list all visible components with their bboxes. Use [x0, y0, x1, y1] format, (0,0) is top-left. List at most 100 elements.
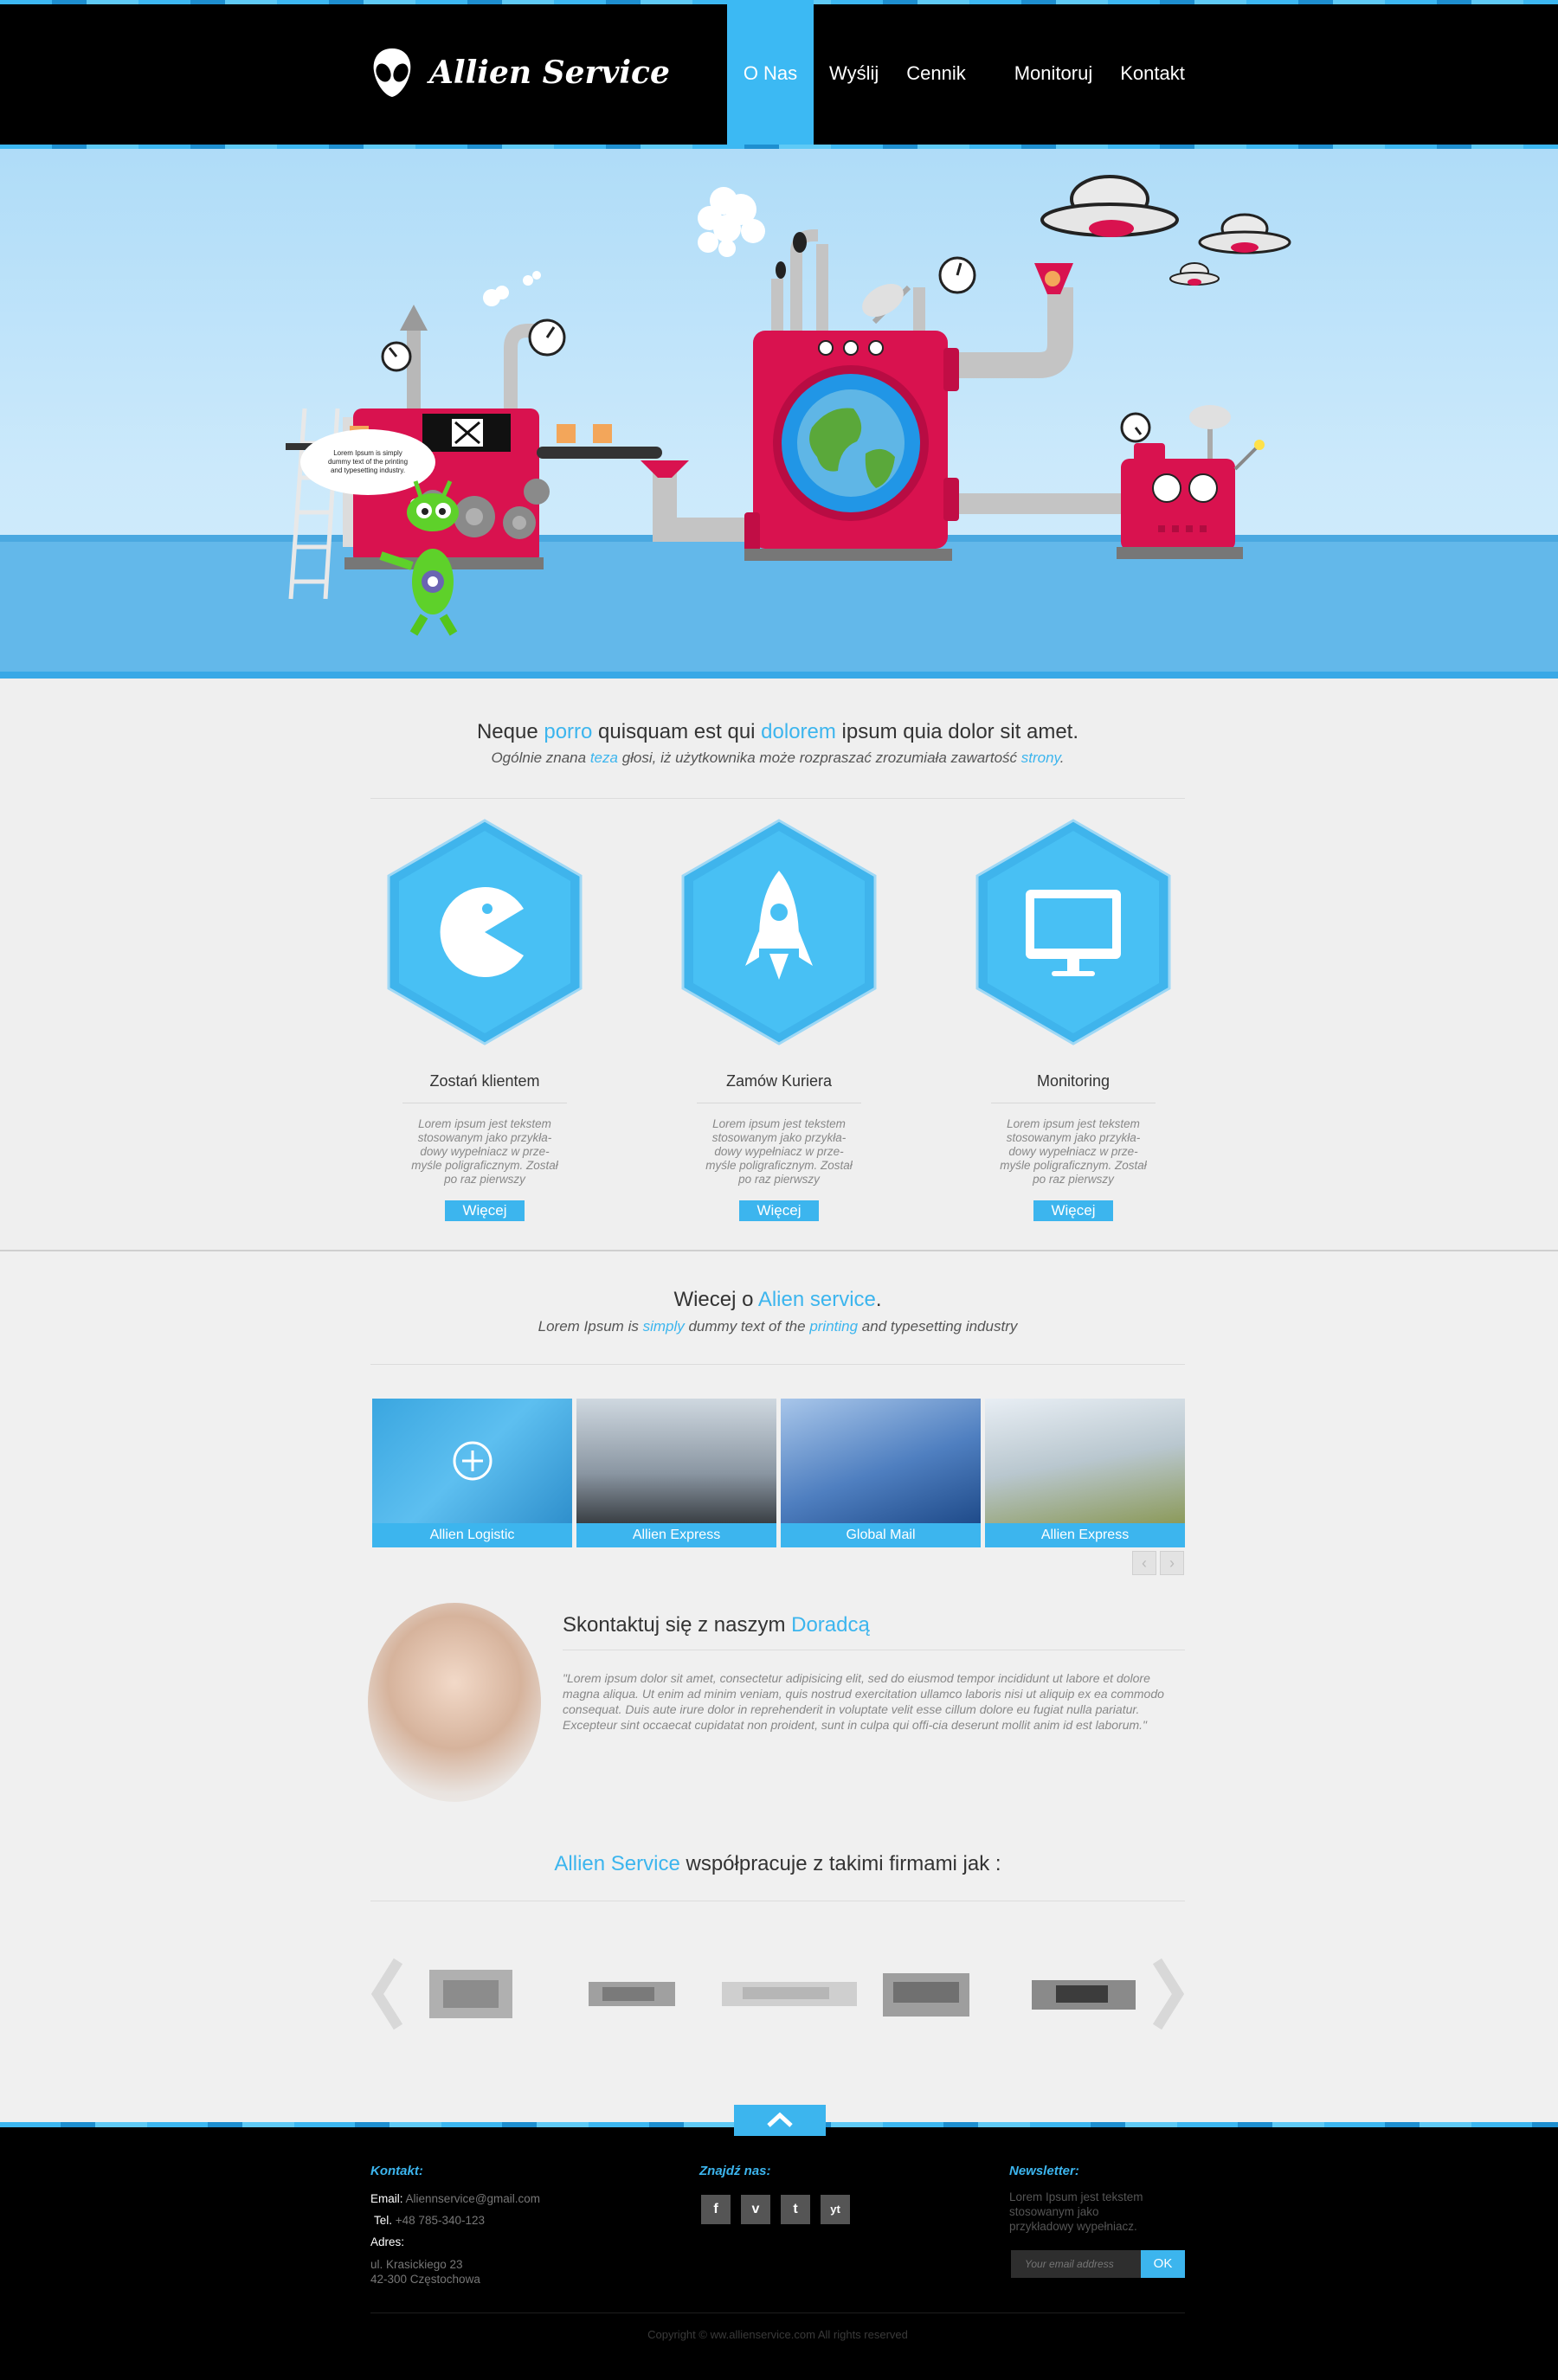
feature-description: Lorem ipsum jest tekstem stosowanym jako… — [705, 1117, 853, 1186]
twitter-icon[interactable]: t — [781, 2195, 810, 2224]
copyright: Copyright © ww.allienservice.com All rig… — [647, 2328, 908, 2341]
intro-title-highlight: dolorem — [761, 720, 836, 743]
contact-email: Email: Aliennservice@gmail.com — [370, 2191, 540, 2206]
vimeo-icon[interactable]: v — [741, 2195, 770, 2224]
hero-illustration: Lorem Ipsum is simply dummy text of the … — [0, 149, 1558, 679]
feature-hexagon[interactable] — [679, 819, 879, 1045]
alien-head-icon — [373, 48, 411, 97]
tile-caption: Global Mail — [781, 1523, 981, 1547]
intro-subtitle-part: Ogólnie znana — [491, 749, 590, 766]
nav-item-cennik[interactable]: Cennik — [892, 0, 1000, 147]
tile-caption: Allien Express — [576, 1523, 776, 1547]
nav-item-o-nas[interactable]: O Nas — [727, 0, 814, 147]
more-title-highlight: Alien service — [757, 1288, 876, 1311]
advisor-title-highlight: Doradcą — [791, 1613, 870, 1637]
address-label: Adres: — [370, 2235, 405, 2248]
feature-card: Zamów Kuriera Lorem ipsum jest tekstem s… — [679, 819, 879, 1221]
feature-card: Zostań klientem Lorem ipsum jest tekstem… — [385, 819, 584, 1221]
facebook-icon[interactable]: f — [701, 2195, 731, 2224]
tile-image — [576, 1399, 776, 1523]
slider-prev-button[interactable]: ‹ — [1132, 1551, 1156, 1575]
bubble-text-3: and typesetting industry. — [331, 466, 405, 474]
more-button[interactable]: Więcej — [1033, 1200, 1113, 1221]
intro-title-part: quisquam est qui — [592, 720, 762, 743]
feature-hexagon[interactable] — [974, 819, 1173, 1045]
nav-item-monitoruj[interactable]: Monitoruj — [1001, 0, 1106, 147]
partners-title: Allien Service współpracuje z takimi fir… — [370, 1852, 1185, 1876]
advisor-title-part: Skontaktuj się z naszym — [563, 1613, 792, 1637]
more-title: Wiecej o Alien service. — [370, 1288, 1185, 1312]
more-button[interactable]: Więcej — [739, 1200, 819, 1221]
more-button[interactable]: Więcej — [445, 1200, 525, 1221]
intro-subtitle-link[interactable]: teza — [590, 749, 618, 766]
intro-title-highlight: porro — [544, 720, 593, 743]
intro-subtitle-link[interactable]: strony — [1021, 749, 1060, 766]
slider-next-button[interactable]: › — [1160, 1551, 1184, 1575]
tile-caption: Allien Express — [985, 1523, 1185, 1547]
partner-logo — [429, 1970, 512, 2018]
tile-image — [985, 1399, 1185, 1523]
nav-item-wyslij[interactable]: Wyślij — [815, 0, 892, 147]
partner-logo — [589, 1982, 675, 2006]
feature-title: Monitoring — [1036, 1072, 1111, 1090]
more-subtitle-link[interactable]: simply — [643, 1318, 685, 1335]
carousel-next-icon[interactable] — [1152, 1958, 1185, 2030]
tel-value: +48 785-340-123 — [395, 2214, 485, 2227]
newsletter-email-input[interactable] — [1011, 2250, 1141, 2278]
email-label: Email: — [370, 2192, 403, 2205]
service-tile[interactable]: Allien Express — [985, 1399, 1185, 1547]
intro-title-part: ipsum quia dolor sit amet. — [835, 720, 1079, 743]
feature-title: Zostań klientem — [429, 1072, 540, 1090]
cloud-icon — [483, 187, 765, 306]
service-tile[interactable]: Global Mail — [781, 1399, 981, 1547]
partner-logo — [722, 1982, 857, 2006]
contact-address-line1: ul. Krasickiego 23 — [370, 2258, 463, 2271]
plus-circle-icon — [453, 1441, 493, 1481]
contact-title: Kontakt: — [370, 2164, 423, 2178]
nav-item-kontakt[interactable]: Kontakt — [1106, 0, 1199, 147]
more-subtitle-part: dummy text of the — [684, 1318, 810, 1335]
tile-caption: Allien Logistic — [372, 1523, 572, 1547]
partner-logo — [1032, 1980, 1136, 2010]
youtube-icon[interactable]: yt — [821, 2195, 850, 2224]
partners-title-part: współpracuje z takimi firmami jak : — [679, 1852, 1001, 1875]
newsletter-title: Newsletter: — [1009, 2164, 1079, 2178]
more-subtitle: Lorem Ipsum is simply dummy text of the … — [370, 1318, 1185, 1335]
divider — [370, 798, 1185, 799]
advisor-title: Skontaktuj się z naszym Doradcą — [563, 1613, 870, 1637]
feature-description: Lorem ipsum jest tekstem stosowanym jako… — [1000, 1117, 1147, 1186]
email-value[interactable]: Aliennservice@gmail.com — [406, 2192, 541, 2205]
header: Allien Service O Nas Wyślij Cennik Monit… — [0, 0, 1558, 149]
feature-title: Zamów Kuriera — [725, 1072, 833, 1090]
more-subtitle-part: and typesetting industry — [858, 1318, 1018, 1335]
main-nav: O Nas Wyślij Cennik Monitoruj Kontakt — [727, 0, 1199, 149]
find-us-title: Znajdź nas: — [699, 2164, 771, 2178]
intro-title-part: Neque — [476, 720, 544, 743]
newsletter-text: Lorem Ipsum jest tekstem stosowanym jako… — [1009, 2190, 1143, 2233]
intro-subtitle-part: . — [1059, 749, 1065, 766]
contact-address-line2: 42-300 Częstochowa — [370, 2273, 480, 2286]
partners-title-highlight: Allien Service — [554, 1852, 680, 1875]
feature-card: Monitoring Lorem ipsum jest tekstem stos… — [974, 819, 1173, 1221]
bubble-text-2: dummy text of the printing — [328, 458, 408, 466]
tile-image — [781, 1399, 981, 1523]
more-title-part: . — [875, 1288, 882, 1311]
service-tile[interactable]: Allien Express — [576, 1399, 776, 1547]
carousel-prev-icon[interactable] — [370, 1958, 403, 2030]
logo[interactable]: Allien Service — [370, 45, 670, 100]
feature-hexagon[interactable] — [385, 819, 584, 1045]
more-title-part: Wiecej o — [673, 1288, 758, 1311]
scroll-top-button[interactable] — [734, 2105, 826, 2136]
footer-divider — [370, 2312, 1185, 2313]
intro-subtitle: Ogólnie znana teza głosi, iż użytkownika… — [370, 749, 1185, 767]
contact-address-label: Adres: — [370, 2235, 404, 2249]
advisor-avatar — [368, 1603, 541, 1802]
tel-label: Tel. — [374, 2214, 393, 2227]
divider — [370, 1364, 1185, 1365]
brand-name: Allien Service — [429, 55, 670, 91]
newsletter-submit-button[interactable]: OK — [1141, 2250, 1185, 2278]
more-subtitle-link[interactable]: printing — [809, 1318, 858, 1335]
footer — [0, 2122, 1558, 2380]
feature-description: Lorem ipsum jest tekstem stosowanym jako… — [411, 1117, 558, 1186]
service-tile[interactable]: Allien Logistic — [372, 1399, 572, 1547]
